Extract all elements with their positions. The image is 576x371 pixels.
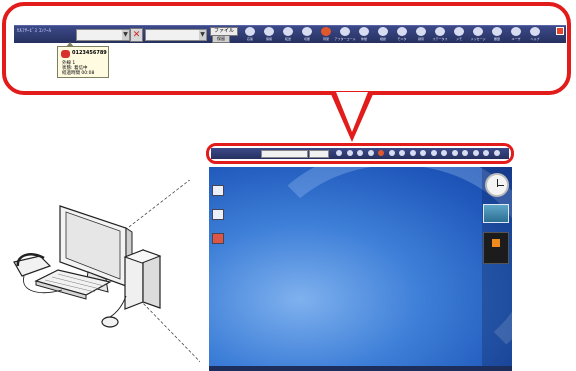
monitor-icon[interactable]: モニタ [394,26,410,43]
desktop-screen [209,167,512,371]
mini-message-icon[interactable] [462,150,468,156]
record-glyph [416,27,426,36]
mini-monitor-icon[interactable] [420,150,426,156]
mini-answer-icon[interactable] [336,150,342,156]
chevron-down-icon[interactable]: ▼ [199,30,206,40]
help-icon[interactable]: ヘルプ [527,26,543,43]
softphone-toolbar: ｾﾙﾌｻｰﾋﾞｽ ｺﾝｿｰﾙ ▼ ✕ ▼ ファイル 保留 応答 保留 転送 切断 待受ア… [14,25,566,43]
chevron-down-icon[interactable]: ▼ [122,30,129,40]
mini-line-select[interactable] [261,150,308,158]
memo-icon[interactable]: メモ [451,26,467,43]
history-glyph [492,27,502,36]
rss-icon [492,239,500,247]
mini-after-call-icon[interactable] [388,150,395,156]
mini-hold-icon[interactable] [346,150,353,156]
message-glyph [473,27,483,36]
monitor-glyph [397,27,407,36]
message-icon[interactable]: メッセージ [470,26,486,43]
hangup-glyph [302,27,312,36]
break-icon[interactable]: 休憩 [356,26,372,43]
help-glyph [530,27,540,36]
transfer-icon[interactable]: 転送 [280,26,296,43]
hold-glyph [264,27,274,36]
hold-icon[interactable]: 保留 [261,26,277,43]
caller-number: 0123456789 [72,50,107,56]
mini-hangup-icon[interactable] [367,150,374,156]
computer-icon[interactable] [212,185,224,197]
mini-file-button[interactable] [309,150,329,158]
hold-button[interactable]: 保留 [212,35,230,43]
history-icon[interactable]: 履歴 [489,26,505,43]
toolbar-icon-label: ヘルプ [530,37,540,41]
record-icon[interactable]: 録音 [413,26,429,43]
status-icon[interactable]: ステータス [432,26,448,43]
user-glyph [511,27,521,36]
memo-glyph [454,27,464,36]
recycle-bin-icon[interactable] [212,209,224,221]
after-call-icon[interactable]: アフターコール [334,26,356,43]
number-input[interactable]: ▼ [145,29,207,41]
hangup-icon[interactable]: 切断 [299,26,315,43]
consult-icon[interactable]: 相談 [375,26,391,43]
after-call-glyph [340,27,350,36]
wallpaper-swirl [249,167,512,371]
clear-icon[interactable]: ✕ [130,28,143,42]
break-glyph [359,27,369,36]
mini-memo-icon[interactable] [451,150,458,156]
mini-user-icon[interactable] [483,150,489,156]
status-glyph [435,27,445,36]
taskbar [209,366,512,371]
mini-status-icon[interactable] [441,150,447,156]
phone-icon [61,50,70,58]
pc-illustration [13,180,200,363]
mini-record-icon[interactable] [430,150,437,156]
mini-transfer-icon[interactable] [357,150,363,156]
toolbar-title: ｾﾙﾌｻｰﾋﾞｽ ｺﾝｿｰﾙ [17,28,52,34]
close-icon[interactable] [556,27,564,35]
mini-ready-icon[interactable] [378,150,384,156]
popup-elapsed: 経過時間 00:08 [62,71,95,76]
mini-break-icon[interactable] [399,150,405,156]
feed-gadget [483,232,509,264]
gadget-sidebar [482,167,512,371]
photo-gadget [483,204,509,223]
mini-consult-icon[interactable] [409,150,416,156]
user-icon[interactable]: ユーザ [508,26,524,43]
transfer-glyph [283,27,293,36]
answer-glyph [245,27,255,36]
incoming-call-popup[interactable]: 0123456789 外線 1 状態: 着信中 経過時間 00:08 [57,46,109,78]
mini-softphone-toolbar [211,148,509,159]
app-shortcut-icon[interactable] [212,233,224,245]
ready-glyph [321,27,331,36]
mini-help-icon[interactable] [493,150,500,156]
callout-pointer-inner [336,92,368,132]
consult-glyph [378,27,388,36]
ready-icon[interactable]: 待受 [318,26,334,43]
answer-icon[interactable]: 応答 [242,26,258,43]
mini-history-icon[interactable] [472,150,479,156]
mouse [101,316,119,328]
line-select[interactable]: ▼ [76,29,130,41]
clock-icon [485,173,509,197]
